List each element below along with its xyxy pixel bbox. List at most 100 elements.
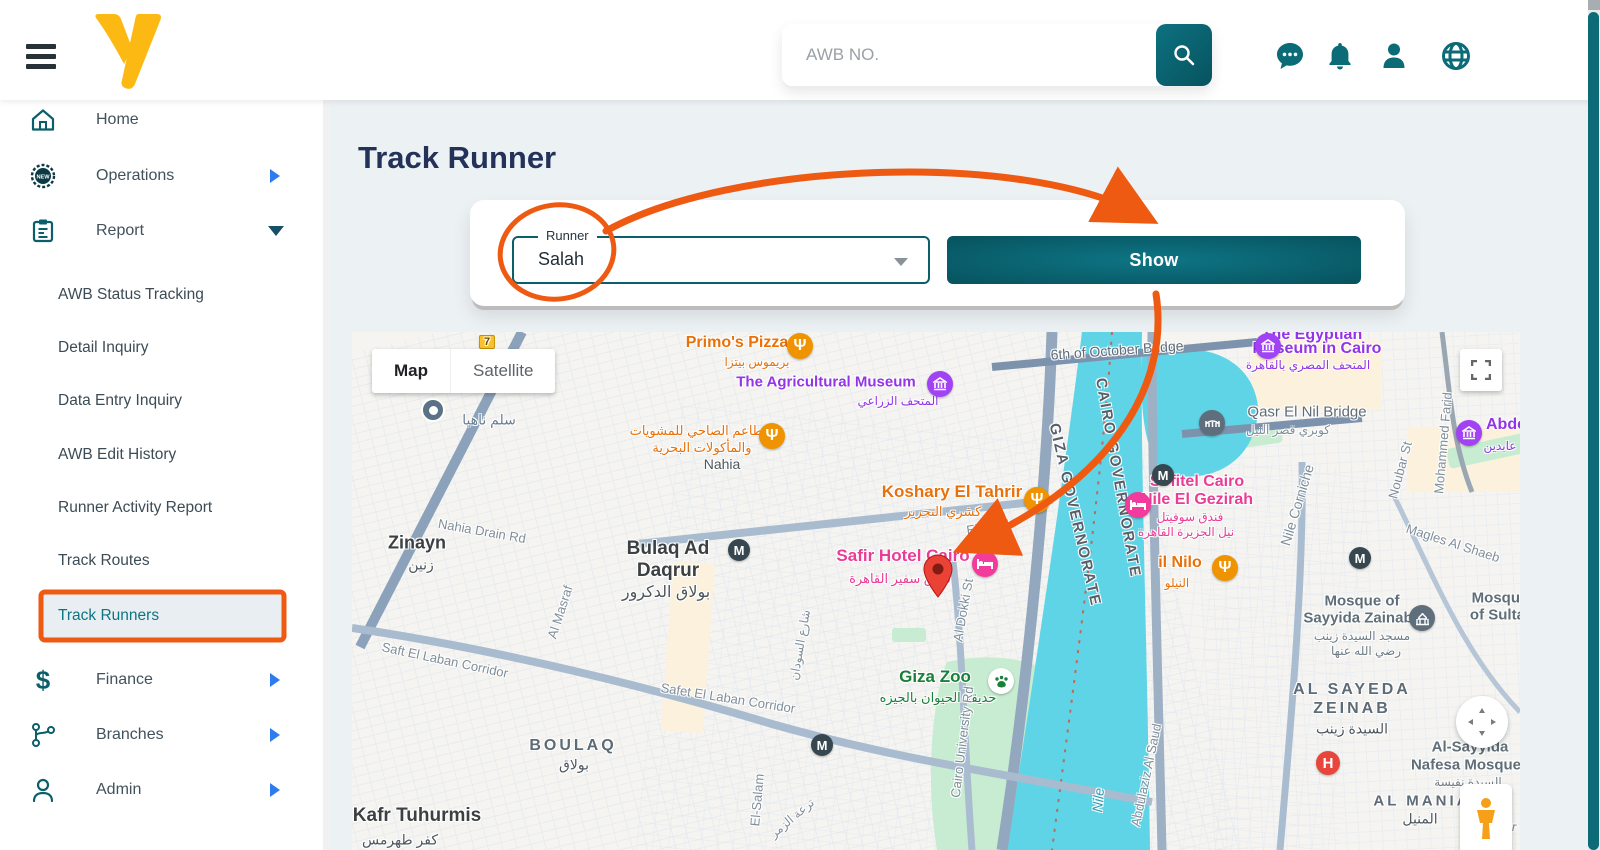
awb-search-input[interactable] [782,45,1156,65]
notifications-bell-icon[interactable] [1324,40,1356,72]
metro-station-icon[interactable]: M [728,539,750,561]
branches-icon [30,722,56,748]
report-clipboard-icon [30,218,56,244]
map-label: كشري التحرير [904,504,982,519]
sidebar-item-label: Report [96,222,145,239]
restaurant-poi-icon[interactable]: Ψ [1212,555,1238,581]
chevron-right-icon [270,673,280,687]
sidebar-item-branches[interactable]: Branches [0,712,318,758]
dropdown-caret-icon [894,258,908,266]
brand-logo[interactable] [94,12,164,92]
map-label: رضي الله عنها [1330,644,1402,658]
sidebar-item-label: Finance [96,671,153,688]
map-label: Nahia [703,456,741,472]
map-type-satellite-button[interactable]: Satellite [450,349,555,393]
map-label: كوبري قصر النيل [1245,423,1331,437]
pegman-icon [1477,798,1495,839]
sidebar-item-track-routes[interactable]: Track Routes [0,539,318,583]
svg-text:NEW: NEW [36,175,50,181]
map-label: Qasr El Nil Bridge [1247,403,1367,421]
show-button[interactable]: Show [947,236,1361,284]
hamburger-menu-icon[interactable] [26,44,56,72]
map-label: Sayyida Zainab [1303,609,1413,627]
sidebar-item-track-runners[interactable]: Track Runners [42,594,282,638]
map-label: النيلو [1164,576,1190,590]
fullscreen-button[interactable] [1460,349,1502,391]
language-globe-icon[interactable] [1440,40,1472,72]
sidebar-item-awb-status-tracking[interactable]: AWB Status Tracking [0,273,318,317]
runner-location-marker[interactable] [923,554,953,598]
map-label: Bulaq Ad [626,538,710,559]
runner-select-label: Runner [538,228,597,243]
map-type-map-button[interactable]: Map [372,349,450,393]
museum-poi-icon[interactable] [1456,420,1482,446]
zoo-paw-poi-icon[interactable] [988,668,1014,694]
map-label: كفر طهرمس [361,831,439,848]
map-label: بريموس بيتزا [724,355,790,369]
map-label: BOULAQ [529,737,617,754]
map-label: المنيل [1402,810,1438,827]
hospital-poi-icon[interactable]: H [1316,751,1340,775]
metro-station-icon[interactable]: M [1349,547,1371,569]
mosque-poi-icon[interactable] [1409,605,1435,631]
map-label: Giza Zoo [899,667,971,686]
sidebar-item-finance[interactable]: $ Finance [0,657,318,703]
sidebar-item-detail-inquiry[interactable]: Detail Inquiry [0,326,318,370]
map-label: Nile [1088,787,1108,813]
map-label: AL SAYEDA [1293,681,1411,698]
map-label: The Agricultural Museum [736,373,916,391]
runner-select[interactable]: Runner Salah [512,228,930,284]
museum-poi-icon[interactable] [927,371,953,397]
map-label: زنين [408,556,434,573]
fullscreen-icon [1471,360,1491,380]
sidebar-item-admin[interactable]: Admin [0,767,318,813]
page-scrollbar-cap [1588,0,1600,10]
map-label: السيدة زينب [1315,720,1389,737]
dollar-icon: $ [35,664,51,695]
sidebar-item-label: Operations [96,167,175,184]
map-label: حديقة الحيوان بالجيزه [879,690,997,705]
pan-control[interactable] [1456,696,1508,748]
runner-select-value: Salah [538,249,585,269]
sidebar-item-data-entry-inquiry[interactable]: Data Entry Inquiry [0,379,318,423]
map-label: Koshary El Tahrir [881,482,1023,501]
restaurant-poi-icon[interactable]: Ψ [1024,487,1050,513]
home-icon [30,107,56,133]
sidebar-item-label: Home [96,111,139,128]
route-7-badge: 7 [478,335,496,349]
sidebar-item-report[interactable]: Report [0,208,318,254]
bridge-poi-icon[interactable] [1199,410,1225,436]
street-view-pegman[interactable] [1460,784,1512,850]
map-label: ZEINAB [1313,700,1391,717]
profile-icon[interactable] [1378,40,1410,72]
hotel-poi-icon[interactable] [972,551,998,577]
road-junction-marker [421,398,445,422]
chat-icon[interactable] [1274,40,1306,72]
map-canvas[interactable]: Primo's Pizza بريموس بيتزا The Agricultu… [352,332,1520,850]
sidebar-item-awb-edit-history[interactable]: AWB Edit History [0,433,318,477]
map-label: Mosque [1471,589,1520,607]
search-button[interactable] [1156,24,1212,86]
sidebar-item-runner-activity-report[interactable]: Runner Activity Report [0,486,318,530]
chevron-right-icon [270,783,280,797]
page-scrollbar-thumb[interactable] [1588,12,1599,850]
hotel-poi-icon[interactable] [1125,492,1151,518]
map-label: Abde [1486,416,1520,433]
map-label: il Nilo [1158,554,1202,571]
museum-poi-icon[interactable] [1255,333,1281,359]
chevron-down-icon [268,226,284,236]
map-label: المتحف الزراعي [857,394,939,408]
sidebar-item-operations[interactable]: NEW Operations [0,153,318,199]
restaurant-poi-icon[interactable]: Ψ [759,423,785,449]
map-label: والمأكولات البحرية [652,440,752,455]
restaurant-poi-icon[interactable]: Ψ [787,333,813,359]
map-label: Zinayn [387,532,447,553]
map-label: سلم ناهيا [462,411,516,428]
metro-station-icon[interactable]: M [1152,464,1174,486]
metro-station-icon[interactable]: M [811,734,833,756]
chevron-right-icon [270,728,280,742]
map-label: نيل الجزيرة القاهرة [1137,525,1235,539]
sidebar-scrollbar[interactable] [323,100,330,850]
sidebar-item-label: Branches [96,726,164,743]
sidebar-item-home[interactable]: Home [0,97,318,143]
